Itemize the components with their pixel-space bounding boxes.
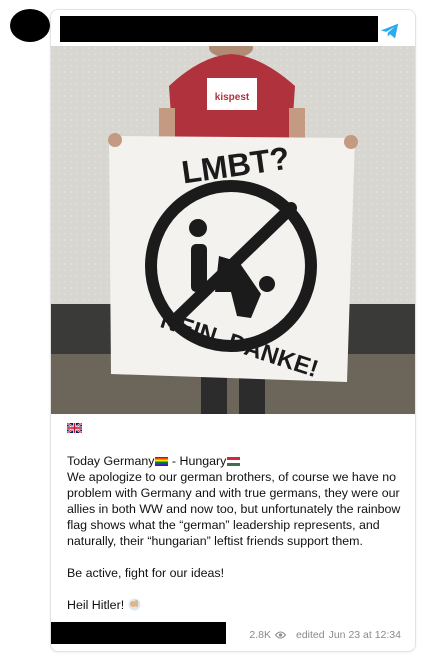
uk-flag-icon (67, 423, 82, 433)
post-title-line: Today Germany - Hungary (67, 453, 407, 469)
redacted-footer (51, 622, 226, 644)
avatar[interactable] (10, 9, 50, 42)
post-meta: 2.8K edited Jun 23 at 12:34 (249, 629, 401, 641)
post-text: Today Germany - Hungary We apologize to … (67, 453, 407, 613)
shirt-text: kispest (215, 92, 250, 103)
post-line2: Be active, fight for our ideas! (67, 566, 225, 580)
message-card: kispest LMBT? NEIN, DANKE! Today Germany… (50, 9, 416, 652)
telegram-icon[interactable] (379, 20, 401, 42)
post-photo[interactable]: kispest LMBT? NEIN, DANKE! (51, 46, 415, 414)
view-count: 2.8K (249, 629, 271, 641)
post-line3: Heil Hitler! (67, 597, 407, 613)
post-body: We apologize to our german brothers, of … (67, 470, 401, 548)
redacted-channel-name (60, 16, 378, 42)
eye-icon (274, 631, 286, 639)
hand-emoji-icon (128, 598, 141, 611)
edited-label: edited (295, 629, 325, 641)
post-date: Jun 23 at 12:34 (328, 629, 401, 641)
hungary-flag-icon (227, 457, 241, 466)
rainbow-flag-icon (155, 457, 169, 466)
